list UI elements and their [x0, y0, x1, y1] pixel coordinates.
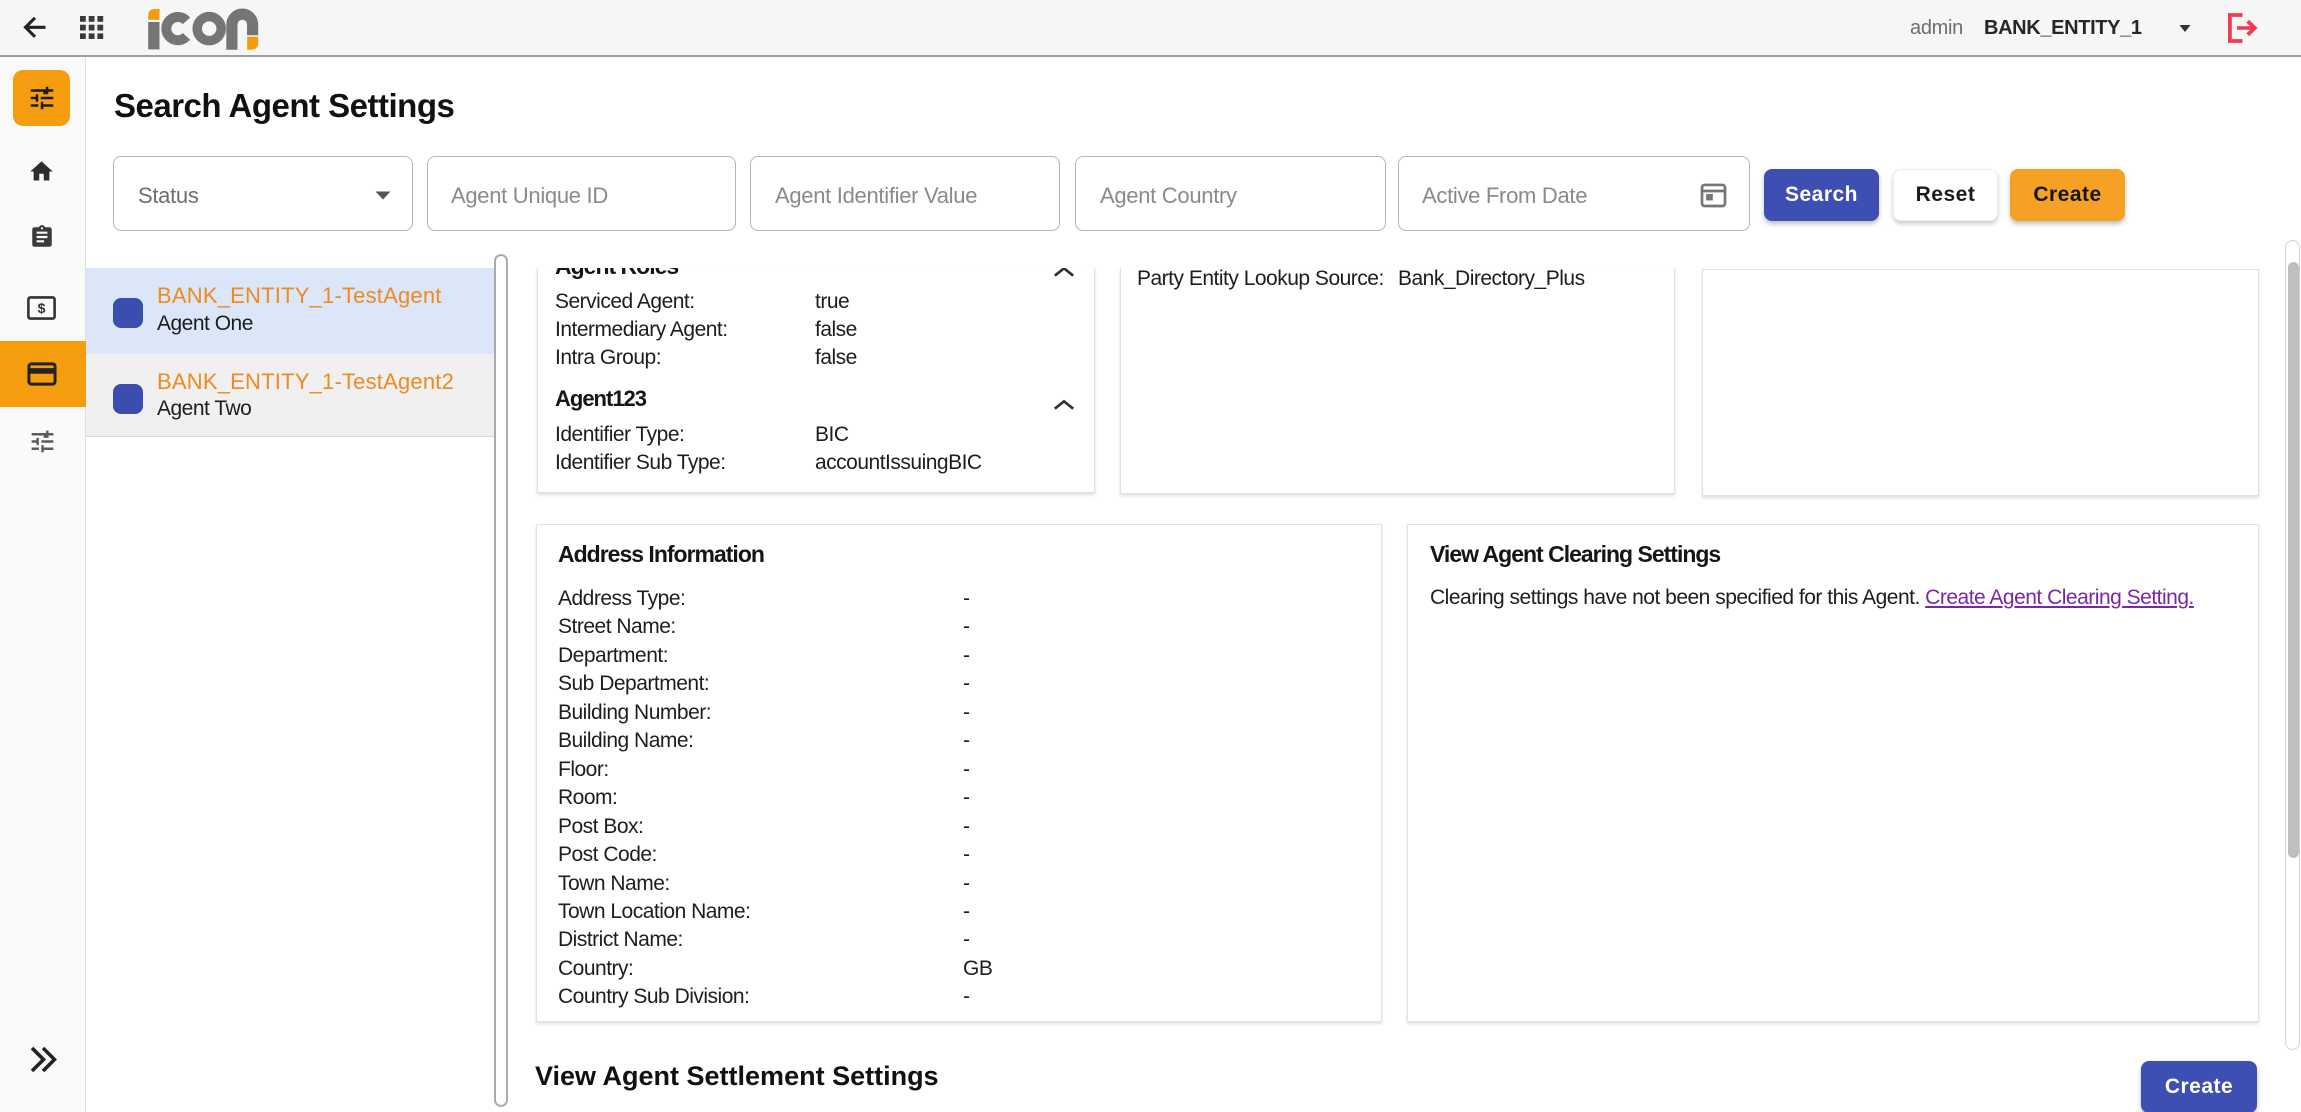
- svg-text:$: $: [38, 300, 46, 316]
